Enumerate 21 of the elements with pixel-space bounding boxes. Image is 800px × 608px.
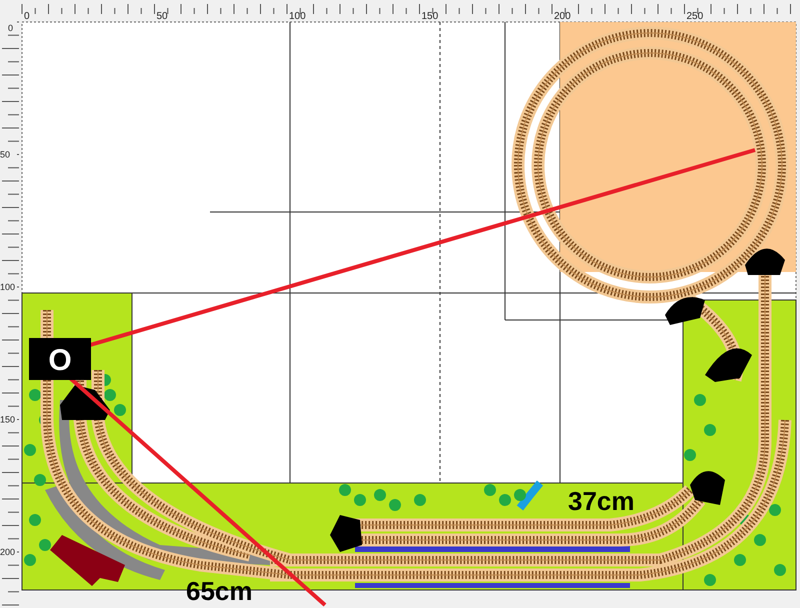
stream — [516, 480, 544, 510]
signal-box — [29, 338, 91, 380]
ruler-label: 150 — [0, 414, 16, 424]
ruler-label: 0 — [24, 11, 30, 20]
ruler-label: 150 — [422, 11, 438, 20]
ruler-label: 200 — [554, 11, 571, 20]
ruler-label: 250 — [686, 11, 704, 20]
signal-marker: O — [48, 344, 72, 377]
ruler-label: 0 — [8, 23, 14, 33]
ruler-label: 50 — [156, 11, 168, 20]
tunnel-portal — [745, 248, 785, 275]
ruler-label: 50 — [0, 150, 10, 160]
ruler-label: 100 — [0, 282, 16, 292]
tunnel-portal — [690, 471, 725, 505]
tunnel-portal — [705, 348, 752, 382]
tunnel-portal — [330, 515, 362, 552]
ruler-label: 200 — [0, 547, 16, 557]
tunnel-portal — [60, 385, 110, 420]
ruler-label: 100 — [289, 11, 306, 20]
tunnel-portal — [665, 297, 705, 325]
dimension-label: 37cm — [568, 486, 634, 516]
